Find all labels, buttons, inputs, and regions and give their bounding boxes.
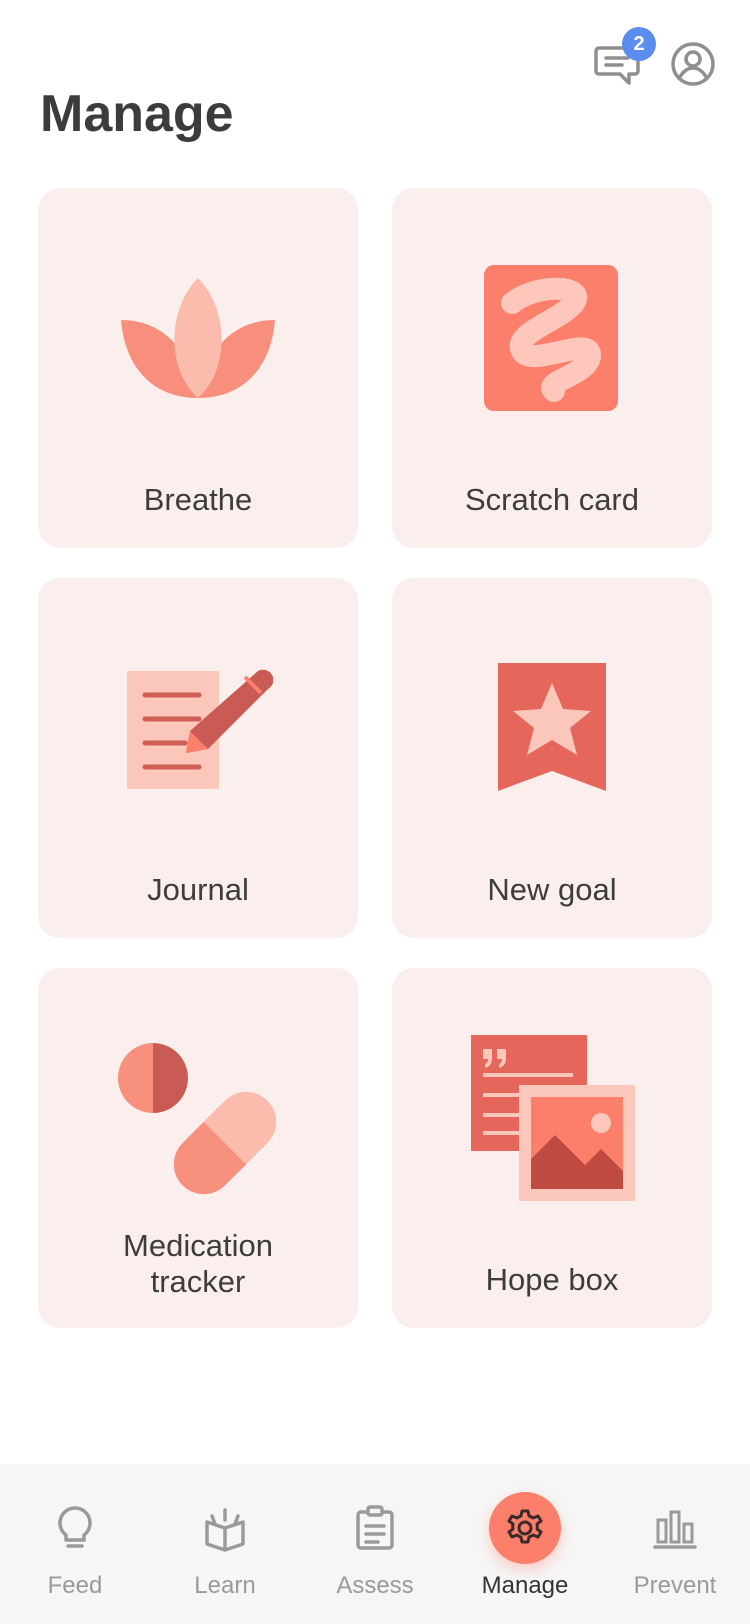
page-title: Manage [40, 85, 234, 143]
clipboard-icon [356, 1505, 394, 1550]
lotus-icon [121, 278, 275, 398]
tab-prevent[interactable]: Prevent [605, 1464, 745, 1624]
tab-label: Prevent [633, 1572, 717, 1599]
notification-badge: 2 [622, 27, 656, 61]
bottom-tab-bar: Feed Learn Assess Manage Prevent [0, 1464, 750, 1624]
tab-feed[interactable]: Feed [5, 1464, 145, 1624]
tab-manage[interactable]: Manage [455, 1464, 595, 1624]
new-goal-card[interactable]: New goal [392, 578, 712, 938]
card-label-line1: Medication [123, 1228, 273, 1263]
hope-box-card[interactable]: Hope box [392, 968, 712, 1328]
gear-icon [507, 1509, 543, 1544]
bookmark-star-icon [498, 663, 606, 791]
profile-button[interactable] [666, 37, 720, 91]
lightbulb-icon [58, 1506, 92, 1548]
tab-assess[interactable]: Assess [305, 1464, 445, 1624]
tools-grid: Breathe Scratch card Journal New goal Me… [38, 188, 712, 1328]
pill-icon [118, 1043, 277, 1195]
scribble-icon [484, 265, 618, 411]
card-label: New goal [487, 872, 617, 907]
card-label: Breathe [143, 482, 253, 517]
card-label: Journal [147, 872, 249, 907]
top-bar: 2 [590, 24, 720, 104]
tab-learn[interactable]: Learn [155, 1464, 295, 1624]
card-label: Scratch card [464, 482, 639, 517]
tab-label: Learn [194, 1572, 256, 1599]
card-label: Medication tracker [38, 1228, 358, 1300]
journal-pencil-icon [127, 669, 273, 789]
journal-card[interactable]: Journal [38, 578, 358, 938]
tab-label: Manage [481, 1572, 569, 1599]
scratch-card-card[interactable]: Scratch card [392, 188, 712, 548]
breathe-card[interactable]: Breathe [38, 188, 358, 548]
card-label-line2: tracker [150, 1264, 246, 1299]
quote-photo-icon [471, 1035, 635, 1201]
tab-label: Feed [47, 1572, 103, 1599]
medication-tracker-card[interactable]: Medication tracker [38, 968, 358, 1328]
account-icon [671, 42, 715, 86]
tab-label: Assess [336, 1572, 414, 1599]
bar-chart-icon [653, 1510, 697, 1549]
messages-button[interactable]: 2 [590, 27, 656, 91]
open-book-icon [205, 1508, 245, 1552]
card-label: Hope box [485, 1262, 619, 1297]
